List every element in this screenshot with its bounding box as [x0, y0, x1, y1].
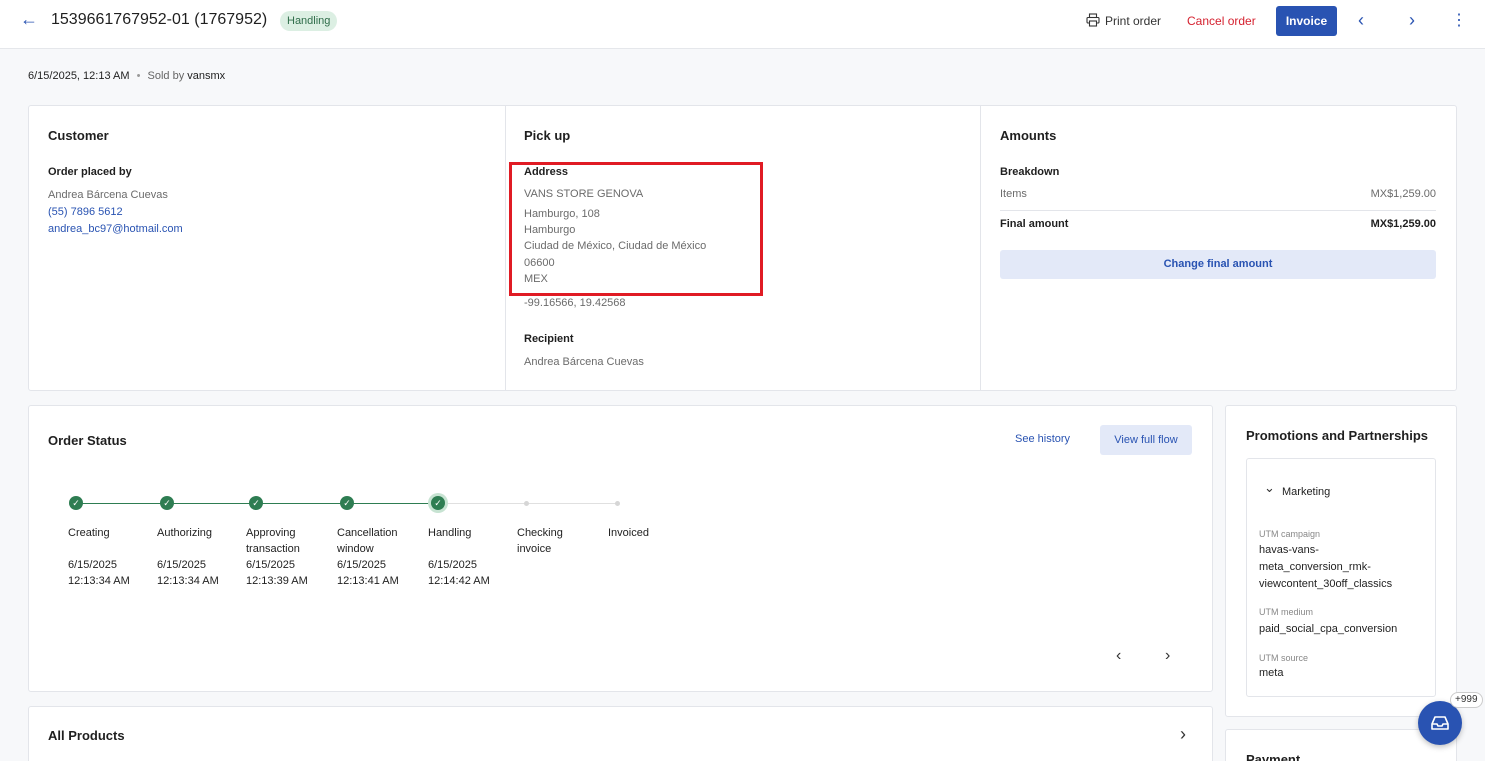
order-title: 1539661767952-01 (1767952): [51, 11, 268, 28]
step-date: 6/15/2025: [246, 559, 295, 571]
step-label: Approving: [246, 527, 296, 539]
print-order-button[interactable]: Print order: [1105, 14, 1161, 28]
change-final-amount-button[interactable]: Change final amount: [1000, 250, 1436, 279]
step-time: 12:13:34 AM: [157, 575, 219, 587]
recipient-name: Andrea Bárcena Cuevas: [524, 356, 644, 368]
notification-count-badge: +999: [1450, 692, 1483, 708]
step-date: 6/15/2025: [68, 559, 117, 571]
divider: [505, 106, 506, 390]
address-coordinates: -99.16566, 19.42568: [524, 297, 626, 309]
step-label: invoice: [517, 543, 552, 555]
items-label: Items: [1000, 188, 1027, 200]
divider: [980, 106, 981, 390]
customer-phone-link[interactable]: (55) 7896 5612: [48, 206, 123, 218]
order-status-panel: [28, 405, 1213, 692]
order-status-title: Order Status: [48, 433, 127, 448]
utm-source-label: UTM source: [1259, 653, 1309, 663]
recipient-label: Recipient: [524, 333, 574, 345]
chevron-right-icon[interactable]: ›: [1180, 724, 1186, 745]
seller-name: vansmx: [187, 70, 226, 82]
step-time: 12:13:34 AM: [68, 575, 130, 587]
step-label: Invoiced: [608, 527, 649, 539]
promotions-title: Promotions and Partnerships: [1246, 428, 1429, 443]
all-products-title: All Products: [48, 728, 125, 743]
final-amount-label: Final amount: [1000, 218, 1069, 230]
status-badge: Handling: [280, 11, 338, 31]
step-check-icon: ✓: [249, 496, 263, 510]
step-date: 6/15/2025: [337, 559, 386, 571]
step-pending-dot: [615, 501, 620, 506]
step-label: window: [337, 543, 374, 555]
cancel-order-button[interactable]: Cancel order: [1187, 14, 1256, 28]
utm-campaign-value: meta_conversion_rmk-: [1259, 561, 1371, 573]
step-check-icon: ✓: [431, 496, 445, 510]
step-date: 6/15/2025: [157, 559, 206, 571]
more-options-icon[interactable]: ⋮: [1451, 10, 1467, 30]
order-datetime: 6/15/2025, 12:13 AM: [28, 70, 130, 82]
progress-line-pending: [444, 503, 618, 504]
order-placed-by-label: Order placed by: [48, 166, 132, 178]
next-order-icon[interactable]: ›: [1409, 10, 1415, 31]
step-time: 12:13:39 AM: [246, 575, 308, 587]
step-check-icon: ✓: [69, 496, 83, 510]
sold-by-label: Sold by: [147, 70, 185, 82]
previous-order-icon[interactable]: ‹: [1358, 10, 1364, 31]
order-meta: 6/15/2025, 12:13 AM • Sold by vansmx: [28, 70, 225, 82]
utm-source-value: meta: [1259, 667, 1284, 679]
customer-title: Customer: [48, 128, 109, 143]
pickup-title: Pick up: [524, 128, 571, 143]
printer-icon[interactable]: [1086, 13, 1100, 27]
utm-campaign-label: UTM campaign: [1259, 529, 1321, 539]
marketing-section-toggle[interactable]: Marketing: [1282, 486, 1330, 498]
step-pending-dot: [524, 501, 529, 506]
address-highlight-box: [509, 162, 763, 296]
step-time: 12:14:42 AM: [428, 575, 490, 587]
status-prev-icon[interactable]: ‹: [1116, 647, 1121, 665]
customer-email-link[interactable]: andrea_bc97@hotmail.com: [48, 223, 183, 235]
utm-medium-value: paid_social_cpa_conversion: [1259, 623, 1398, 635]
items-value: MX$1,259.00: [1370, 188, 1436, 200]
divider: [1000, 210, 1436, 211]
back-arrow-icon[interactable]: ←: [20, 9, 38, 30]
step-date: 6/15/2025: [428, 559, 477, 571]
status-next-icon[interactable]: ›: [1165, 647, 1170, 665]
chevron-down-icon[interactable]: ⌄: [1264, 480, 1275, 496]
step-label: Checking: [517, 527, 563, 539]
step-label: transaction: [246, 543, 300, 555]
step-label: Handling: [428, 527, 472, 539]
step-label: Cancellation: [337, 527, 398, 539]
all-products-panel[interactable]: [28, 706, 1213, 761]
payment-title: Payment: [1246, 752, 1301, 761]
view-full-flow-button[interactable]: View full flow: [1100, 425, 1192, 455]
utm-medium-label: UTM medium: [1259, 607, 1314, 617]
step-check-icon: ✓: [340, 496, 354, 510]
step-time: 12:13:41 AM: [337, 575, 399, 587]
utm-campaign-value: viewcontent_30off_classics: [1259, 578, 1393, 590]
step-label: Authorizing: [157, 527, 213, 539]
invoice-button[interactable]: Invoice: [1276, 6, 1337, 36]
breakdown-label: Breakdown: [1000, 166, 1060, 178]
step-label: Creating: [68, 527, 110, 539]
separator-dot: •: [136, 70, 141, 82]
see-history-link[interactable]: See history: [1015, 433, 1070, 445]
utm-campaign-value: havas-vans-: [1259, 544, 1319, 556]
customer-name: Andrea Bárcena Cuevas: [48, 189, 168, 201]
step-check-icon: ✓: [160, 496, 174, 510]
top-bar: ← 1539661767952-01 (1767952) Handling Pr…: [0, 0, 1485, 49]
amounts-title: Amounts: [1000, 128, 1057, 143]
final-amount-value: MX$1,259.00: [1370, 218, 1436, 230]
